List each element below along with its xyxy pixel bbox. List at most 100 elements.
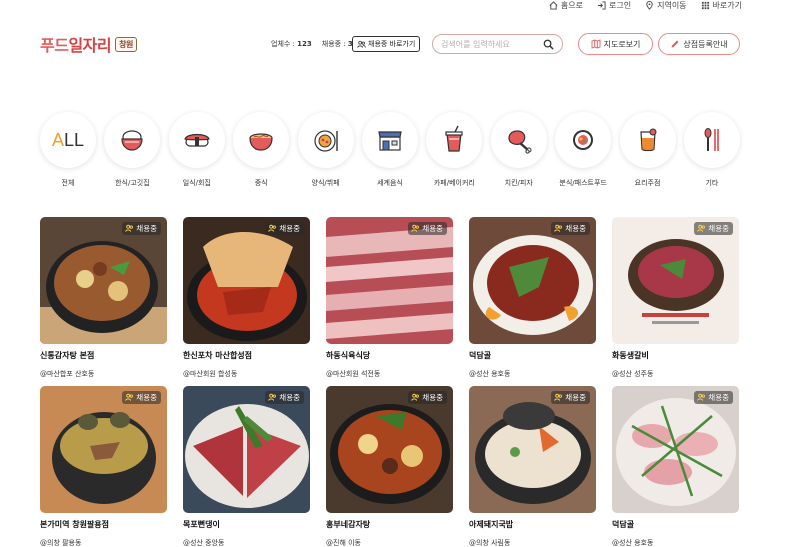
category-chicken[interactable]: 치킨/피자 bbox=[490, 112, 547, 188]
hiring-badge: 채용중 bbox=[122, 391, 161, 404]
people-icon bbox=[125, 393, 134, 401]
people-icon bbox=[268, 224, 277, 232]
hiring-badge: 채용중 bbox=[408, 391, 447, 404]
restaurant-card[interactable]: 채용중 하동식육식당 @마산회원 석전동 bbox=[326, 217, 453, 386]
restaurant-card[interactable]: 채용중 본가미역 창원팔용점 @의창 팔용동 bbox=[40, 386, 167, 547]
restaurant-name[interactable]: 아제돼지국밥 bbox=[469, 519, 596, 530]
restaurant-location: @마산합포 산호동 bbox=[40, 370, 95, 378]
restaurant-photo[interactable]: 채용중 bbox=[469, 386, 596, 513]
restaurant-name[interactable]: 한신포차 마산합성점 bbox=[183, 350, 310, 361]
top-link-login[interactable]: 로그인 bbox=[597, 0, 631, 11]
category-label: 요리주점 bbox=[634, 179, 661, 187]
food-photo-image bbox=[469, 217, 596, 344]
hiring-shortcut-label: 채용중 바로가기 bbox=[368, 40, 416, 48]
drink-cup-icon bbox=[445, 125, 463, 152]
restaurant-name[interactable]: 신통감자탕 본점 bbox=[40, 350, 167, 361]
restaurant-photo[interactable]: 채용중 bbox=[469, 217, 596, 344]
restaurant-card[interactable]: 채용중 신통감자탕 본점 @마산합포 산호동 bbox=[40, 217, 167, 386]
restaurant-name[interactable]: 화동생갈비 bbox=[612, 350, 739, 361]
restaurant-name[interactable]: 덕담골 bbox=[612, 519, 739, 530]
hiring-badge: 채용중 bbox=[265, 222, 304, 235]
category-label: 분식/패스트푸드 bbox=[559, 179, 607, 187]
category-circle bbox=[490, 112, 547, 168]
category-western[interactable]: 양식/뷔페 bbox=[297, 112, 354, 188]
top-link-region[interactable]: 지역이동 bbox=[645, 0, 687, 11]
restaurant-name[interactable]: 목포뻔댕이 bbox=[183, 519, 310, 530]
logo[interactable]: 푸드 일자리 창원 bbox=[40, 32, 137, 56]
restaurant-card[interactable]: 채용중 아제돼지국밥 @의창 사림동 bbox=[469, 386, 596, 547]
restaurant-photo[interactable]: 채용중 bbox=[40, 386, 167, 513]
restaurant-name[interactable]: 덕담골 bbox=[469, 350, 596, 361]
restaurant-name[interactable]: 홍부네감자탕 bbox=[326, 519, 453, 530]
people-icon bbox=[411, 393, 420, 401]
food-photo-image bbox=[183, 386, 310, 513]
top-link-label: 로그인 bbox=[609, 0, 632, 10]
top-link-shortcut[interactable]: 바로가기 bbox=[701, 0, 742, 11]
region-badge: 창원 bbox=[115, 36, 137, 52]
restaurant-photo[interactable]: 채용중 bbox=[326, 386, 453, 513]
restaurant-location: @의창 사림동 bbox=[469, 539, 511, 547]
people-icon bbox=[554, 224, 563, 232]
category-pub[interactable]: 요리주점 bbox=[619, 112, 676, 188]
people-icon bbox=[357, 40, 366, 48]
food-photo-image bbox=[183, 217, 310, 344]
store-register-label: 상점등록안내 bbox=[683, 39, 728, 49]
restaurant-photo[interactable]: 채용중 bbox=[326, 217, 453, 344]
category-circle bbox=[555, 112, 612, 168]
restaurant-location: @마산회원 석전동 bbox=[326, 370, 381, 378]
restaurant-name[interactable]: 하동식육식당 bbox=[326, 350, 453, 361]
sushi-icon bbox=[184, 133, 210, 147]
category-chinese[interactable]: 중식 bbox=[233, 112, 290, 188]
hiring-badge: 채용중 bbox=[551, 222, 590, 235]
category-label: 일식/회집 bbox=[182, 179, 211, 187]
chicken-leg-icon bbox=[508, 130, 532, 154]
category-circle: ALL bbox=[40, 112, 96, 168]
top-link-home[interactable]: 홈으로 bbox=[549, 0, 583, 11]
category-circle bbox=[233, 112, 290, 168]
category-cafe[interactable]: 카페/베이커리 bbox=[426, 112, 483, 188]
category-label: 카페/베이커리 bbox=[433, 179, 475, 187]
hiring-shortcut-button[interactable]: 채용중 바로가기 bbox=[352, 36, 421, 52]
logo-text-1: 푸드 bbox=[40, 36, 69, 55]
logo-text-2: 일자리 bbox=[68, 36, 112, 55]
store-register-button[interactable]: 상점등록안내 bbox=[658, 33, 740, 55]
home-icon bbox=[549, 0, 558, 10]
category-etc[interactable]: 기타 bbox=[683, 112, 740, 188]
restaurant-photo[interactable]: 채용중 bbox=[612, 217, 739, 344]
category-label: 기타 bbox=[705, 179, 719, 187]
location-pin-icon bbox=[646, 0, 653, 10]
restaurant-card[interactable]: 채용중 목포뻔댕이 @성산 중앙동 bbox=[183, 386, 310, 547]
restaurant-photo[interactable]: 채용중 bbox=[183, 386, 310, 513]
rice-bowl-icon bbox=[121, 130, 143, 151]
restaurant-card[interactable]: 채용중 홍부네감자탕 @진해 이동 bbox=[326, 386, 453, 547]
restaurant-photo[interactable]: 채용중 bbox=[183, 217, 310, 344]
restaurant-photo[interactable]: 채용중 bbox=[612, 386, 739, 513]
restaurant-photo[interactable]: 채용중 bbox=[40, 217, 167, 344]
login-icon bbox=[597, 0, 606, 10]
people-icon bbox=[268, 393, 277, 401]
category-japanese[interactable]: 일식/회집 bbox=[168, 112, 225, 188]
restaurant-location: @성산 중앙동 bbox=[183, 539, 225, 547]
restaurant-location: @성산 용호동 bbox=[469, 370, 511, 378]
category-world[interactable]: 세계음식 bbox=[361, 112, 418, 188]
restaurant-location: @의창 팔용동 bbox=[40, 539, 82, 547]
category-label: 세계음식 bbox=[377, 179, 403, 187]
restaurant-card[interactable]: 채용중 화동생갈비 @성산 성주동 bbox=[612, 217, 739, 386]
pasta-plate-icon bbox=[313, 130, 338, 152]
map-view-button[interactable]: 지도로보기 bbox=[578, 33, 653, 55]
restaurant-card[interactable]: 채용중 덕담골 @성산 용호동 bbox=[469, 217, 596, 386]
category-label: 한식/고깃집 bbox=[115, 179, 150, 187]
people-icon bbox=[697, 393, 706, 401]
restaurant-card[interactable]: 채용중 한신포차 마산합성점 @마산회원 합성동 bbox=[183, 217, 310, 386]
people-icon bbox=[554, 393, 563, 401]
category-all[interactable]: ALL 전체 bbox=[40, 112, 96, 188]
restaurant-name[interactable]: 본가미역 창원팔용점 bbox=[40, 519, 167, 530]
category-korean[interactable]: 한식/고깃집 bbox=[104, 112, 161, 188]
restaurant-card[interactable]: 채용중 덕담골 @성산 용호동 bbox=[612, 386, 739, 547]
cocktail-icon bbox=[639, 128, 657, 152]
all-icon: ALL bbox=[51, 129, 85, 150]
search-input[interactable] bbox=[441, 39, 541, 49]
category-snack[interactable]: 분식/패스트푸드 bbox=[555, 112, 612, 188]
search-icon[interactable] bbox=[543, 39, 554, 50]
restaurant-grid: 채용중 신통감자탕 본점 @마산합포 산호동 채용중 한신포차 마산합성점 @마… bbox=[40, 217, 739, 547]
